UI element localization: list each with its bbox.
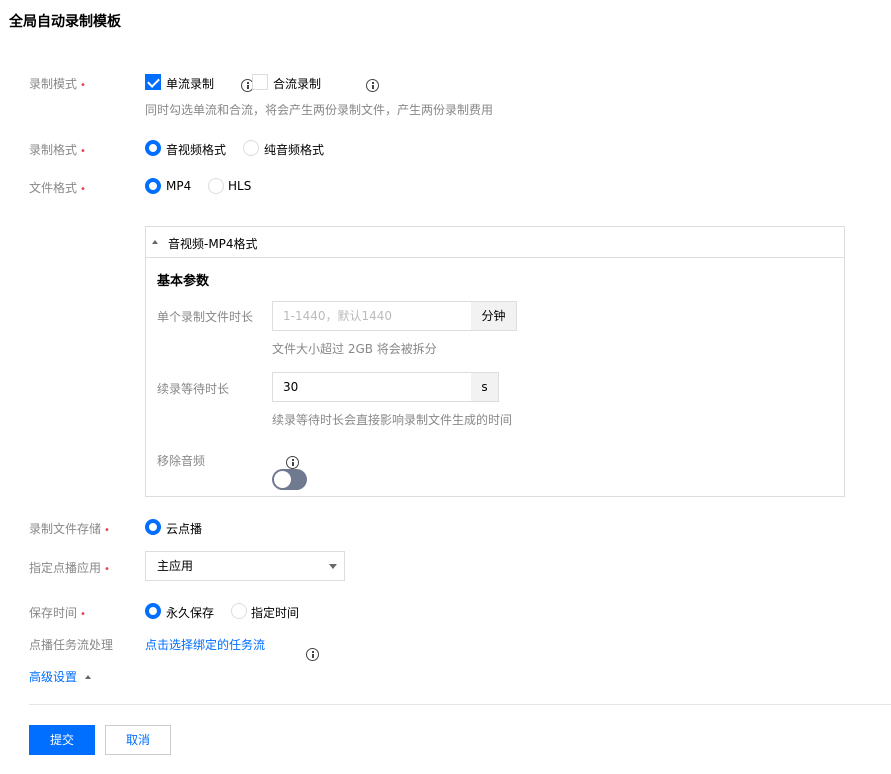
page-title: 全局自动录制模板 [9, 14, 121, 30]
cancel-button[interactable]: 取消 [105, 725, 171, 755]
mp4-radio[interactable] [145, 178, 161, 194]
required-mark: • [80, 146, 86, 157]
duration-input[interactable]: 1-1440，默认1440 [272, 301, 472, 331]
permanent-label[interactable]: 永久保存 [166, 604, 214, 621]
specified-time-label[interactable]: 指定时间 [251, 604, 299, 621]
single-stream-label[interactable]: 单流录制 [166, 75, 214, 92]
remove-audio-label: 移除音频 [157, 454, 206, 468]
record-format-label: 录制格式 • [29, 143, 86, 157]
hls-label[interactable]: HLS [228, 179, 251, 193]
av-format-label[interactable]: 音视频格式 [166, 141, 226, 158]
av-format-radio[interactable] [145, 140, 161, 156]
info-icon[interactable] [306, 648, 319, 661]
mp4-settings-panel: 音视频-MP4格式 [145, 226, 845, 497]
duration-label: 单个录制文件时长 [157, 310, 254, 324]
vod-app-selected: 主应用 [157, 559, 194, 573]
resume-wait-input[interactable]: 30 [272, 372, 472, 402]
select-task-flow-link[interactable]: 点击选择绑定的任务流 [145, 636, 265, 653]
divider [29, 704, 891, 705]
task-flow-label: 点播任务流处理 [29, 638, 114, 652]
chevron-down-icon [329, 564, 337, 569]
required-mark: • [104, 564, 110, 575]
info-icon[interactable] [366, 79, 380, 92]
retention-label: 保存时间 • [29, 606, 86, 620]
vod-app-label: 指定点播应用 • [29, 561, 110, 575]
permanent-radio[interactable] [145, 603, 161, 619]
resume-wait-label: 续录等待时长 [157, 382, 230, 396]
caret-up-icon [84, 675, 91, 679]
record-mode-hint: 同时勾选单流和合流，将会产生两份录制文件，产生两份录制费用 [145, 103, 494, 117]
audio-only-label[interactable]: 纯音频格式 [264, 141, 324, 158]
required-mark: • [80, 184, 86, 195]
vod-storage-label[interactable]: 云点播 [166, 520, 202, 537]
remove-audio-toggle[interactable] [272, 469, 307, 490]
record-mode-label: 录制模式 • [29, 77, 86, 91]
resume-wait-hint: 续录等待时长会直接影响录制文件生成的时间 [272, 413, 513, 427]
advanced-settings-toggle[interactable]: 高级设置 [29, 668, 91, 685]
panel-header-title[interactable]: 音视频-MP4格式 [168, 235, 258, 252]
submit-button[interactable]: 提交 [29, 725, 95, 755]
single-stream-checkbox[interactable] [145, 74, 161, 90]
resume-wait-unit: s [471, 372, 499, 402]
duration-hint: 文件大小超过 2GB 将会被拆分 [272, 342, 437, 356]
required-mark: • [80, 609, 86, 620]
storage-label: 录制文件存储 • [29, 522, 110, 536]
mixed-stream-checkbox[interactable] [252, 74, 268, 90]
advanced-settings-label: 高级设置 [29, 670, 78, 684]
vod-storage-radio[interactable] [145, 519, 161, 535]
required-mark: • [80, 80, 86, 91]
duration-unit: 分钟 [471, 301, 517, 331]
collapse-caret-icon[interactable] [152, 240, 158, 244]
panel-header[interactable]: 音视频-MP4格式 [146, 227, 844, 258]
hls-radio[interactable] [208, 178, 224, 194]
specified-time-radio[interactable] [231, 603, 247, 619]
file-format-label: 文件格式 • [29, 181, 86, 195]
vod-app-select[interactable]: 主应用 [145, 551, 345, 581]
section-title: 基本参数 [157, 274, 210, 289]
mixed-stream-label[interactable]: 合流录制 [273, 75, 321, 92]
audio-only-radio[interactable] [243, 140, 259, 156]
mp4-label[interactable]: MP4 [166, 179, 191, 193]
required-mark: • [104, 525, 110, 536]
